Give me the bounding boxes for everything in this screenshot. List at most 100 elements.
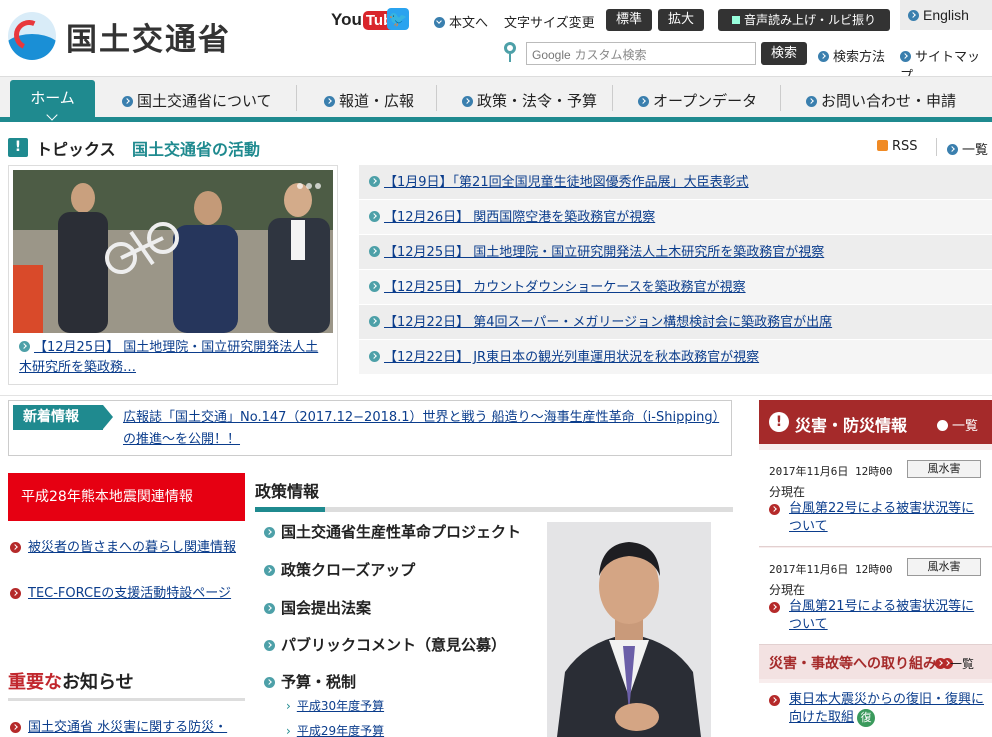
chevron-right-icon xyxy=(122,96,133,107)
nav-home-tab[interactable]: ホーム xyxy=(10,80,95,122)
minister-illustration xyxy=(547,522,711,737)
policy-item-label: 国土交通省生産性革命プロジェクト xyxy=(281,523,522,541)
disaster-item: 2017年11月6日 12時00 風水害 分現在 台風第21号による被害状況等に… xyxy=(759,548,992,645)
nav-policy-label: 政策・法令・予算 xyxy=(477,92,598,110)
rss-label: RSS xyxy=(892,139,918,154)
policy-subitem[interactable]: › 平成30年度予算 xyxy=(286,697,384,714)
logo-mark-icon xyxy=(8,12,56,60)
nav-press[interactable]: 報道・広報 xyxy=(324,90,414,111)
policy-item[interactable]: 政策クローズアップ xyxy=(264,559,415,580)
exclamation-icon: ! xyxy=(8,138,28,157)
nav-about-label: 国土交通省について xyxy=(137,92,272,110)
nav-opendata-label: オープンデータ xyxy=(653,92,758,110)
policy-item[interactable]: 国会提出法案 xyxy=(264,597,371,618)
nav-home-label: ホーム xyxy=(30,89,75,107)
twitter-icon[interactable]: 🐦 xyxy=(387,8,409,30)
torikumi-link-text: 東日本大震災からの復旧・復興に向けた取組 xyxy=(789,692,985,725)
policy-item-label: パブリックコメント（意見公募） xyxy=(281,636,507,654)
news-strip: 新着情報 広報誌「国土交通」No.147（2017.12−2018.1）世界と戦… xyxy=(8,400,732,456)
disaster-item: 2017年11月6日 12時00 風水害 分現在 台風第22号による被害状況等に… xyxy=(759,450,992,547)
chevron-right-icon xyxy=(324,96,335,107)
disaster-link[interactable]: 台風第21号による被害状況等について xyxy=(789,598,984,634)
global-nav: ホーム 国土交通省について 報道・広報 政策・法令・予算 オープンデータ お問い… xyxy=(0,76,992,122)
nav-about[interactable]: 国土交通省について xyxy=(122,90,272,111)
torikumi-item: 東日本大震災からの復旧・復興に向けた取組復 xyxy=(759,683,992,737)
topics-all-link[interactable]: 一覧 xyxy=(947,139,988,158)
chevron-right-icon xyxy=(369,211,380,222)
nav-contact[interactable]: お問い合わせ・申請 xyxy=(806,90,956,111)
chevron-right-icon xyxy=(264,565,275,576)
font-standard-button[interactable]: 標準 xyxy=(606,9,652,31)
topic-link: 【12月26日】 関西国際空港を築政務官が視察 xyxy=(384,210,656,225)
search-help-label: 検索方法 xyxy=(833,50,886,65)
policy-item[interactable]: 予算・税制 xyxy=(264,671,356,692)
minister-photo[interactable] xyxy=(547,522,711,737)
nav-opendata[interactable]: オープンデータ xyxy=(638,90,757,111)
policy-title: 政策情報 xyxy=(255,482,320,501)
policy-subitem-label: 平成30年度予算 xyxy=(296,699,385,713)
left-link[interactable]: TEC-FORCEの支援活動特設ページ xyxy=(8,584,245,604)
important-notice-title: 重要なお知らせ xyxy=(8,668,134,694)
font-large-button[interactable]: 拡大 xyxy=(658,9,704,31)
nav-policy[interactable]: 政策・法令・予算 xyxy=(462,90,597,111)
notice-link[interactable]: 国土交通省 水災害に関する防災・ xyxy=(8,718,245,737)
notice-link-text: 国土交通省 水災害に関する防災・ xyxy=(28,720,228,735)
rss-link[interactable]: RSS xyxy=(877,139,918,154)
slider-dots[interactable] xyxy=(294,178,321,193)
policy-item-label: 予算・税制 xyxy=(281,673,357,691)
photo-caption-link[interactable]: 【12月25日】 国土地理院・国立研究開発法人土木研究所を築政務… xyxy=(19,338,329,378)
policy-subitem-label: 平成29年度予算 xyxy=(296,724,385,737)
torikumi-link[interactable]: 東日本大震災からの復旧・復興に向けた取組復 xyxy=(789,691,984,727)
notice-title-rest: お知らせ xyxy=(62,672,134,693)
site-header: 国土交通省 You Tube 🐦 本文へ 文字サイズ変更 標準 拡大 音声読み上げ… xyxy=(0,0,992,84)
topic-item[interactable]: 【1月9日】「第21回全国児童生徒地図優秀作品展」大臣表彰式 xyxy=(359,165,992,200)
topic-photo-card[interactable]: 【12月25日】 国土地理院・国立研究開発法人土木研究所を築政務… xyxy=(8,165,338,385)
english-label: English xyxy=(923,7,969,23)
topic-item[interactable]: 【12月26日】 関西国際空港を築政務官が視察 xyxy=(359,200,992,235)
kumamoto-banner[interactable]: 平成28年熊本地震関連情報 xyxy=(8,473,245,521)
topic-item[interactable]: 【12月22日】 第4回スーパー・メガリージョン構想検討会に築政務官が出席 xyxy=(359,305,992,340)
chevron-right-icon: › xyxy=(286,724,291,737)
left-link-text: 被災者の皆さまへの暮らし関連情報 xyxy=(28,540,237,555)
topic-item[interactable]: 【12月25日】 カウントダウンショーケースを築政務官が視察 xyxy=(359,270,992,305)
topic-link: 【12月22日】 JR東日本の観光列車運用状況を秋本政務官が視察 xyxy=(384,350,760,365)
policy-subitem[interactable]: › 平成29年度予算 xyxy=(286,722,384,737)
search-help-link[interactable]: 検索方法 xyxy=(818,46,885,65)
notice-title-red: 重要な xyxy=(8,672,62,693)
voice-reading-button[interactable]: 音声読み上げ・ルビ振り xyxy=(718,9,890,31)
nav-divider xyxy=(296,85,297,111)
policy-item[interactable]: パブリックコメント（意見公募） xyxy=(264,634,506,655)
disaster-all-link[interactable]: 一覧 xyxy=(937,415,978,434)
chevron-right-icon xyxy=(369,316,380,327)
chevron-right-icon xyxy=(264,603,275,614)
policy-divider xyxy=(255,507,733,512)
english-link[interactable]: English xyxy=(900,0,992,30)
chevron-right-icon xyxy=(264,640,275,651)
topic-photo[interactable] xyxy=(13,170,333,333)
chevron-right-icon xyxy=(900,51,911,62)
torikumi-all-label: 一覧 xyxy=(950,657,975,671)
left-link[interactable]: 被災者の皆さまへの暮らし関連情報 xyxy=(8,538,245,558)
search-button[interactable]: 検索 xyxy=(761,42,807,65)
left-link-text: TEC-FORCEの支援活動特設ページ xyxy=(28,586,232,601)
chevron-right-icon xyxy=(19,341,30,352)
torikumi-all-link[interactable]: 一覧 xyxy=(935,655,974,672)
chevron-right-icon xyxy=(638,96,649,107)
chevron-right-icon xyxy=(769,602,780,613)
chevron-right-icon xyxy=(908,10,919,21)
policy-item-label: 政策クローズアップ xyxy=(281,561,416,579)
topic-item[interactable]: 【12月22日】 JR東日本の観光列車運用状況を秋本政務官が視察 xyxy=(359,340,992,375)
disaster-time-suffix: 分現在 xyxy=(769,583,806,597)
site-logo[interactable]: 国土交通省 xyxy=(8,12,231,60)
disaster-all-label: 一覧 xyxy=(952,419,979,434)
disaster-link[interactable]: 台風第22号による被害状況等について xyxy=(789,500,984,536)
topic-item[interactable]: 【12月25日】 国土地理院・国立研究開発法人土木研究所を築政務官が視察 xyxy=(359,235,992,270)
news-link[interactable]: 広報誌「国土交通」No.147（2017.12−2018.1）世界と戦う 船造り… xyxy=(123,407,721,451)
search-input[interactable]: Google カスタム検索 xyxy=(526,42,756,65)
chevron-right-icon xyxy=(769,504,780,515)
nav-divider xyxy=(780,85,781,111)
skip-to-content-link[interactable]: 本文へ xyxy=(434,12,488,31)
chevron-right-icon xyxy=(10,542,21,553)
torikumi-title[interactable]: 災害・事故等への取り組み xyxy=(769,653,957,673)
policy-item[interactable]: 国土交通省生産性革命プロジェクト xyxy=(264,521,521,542)
